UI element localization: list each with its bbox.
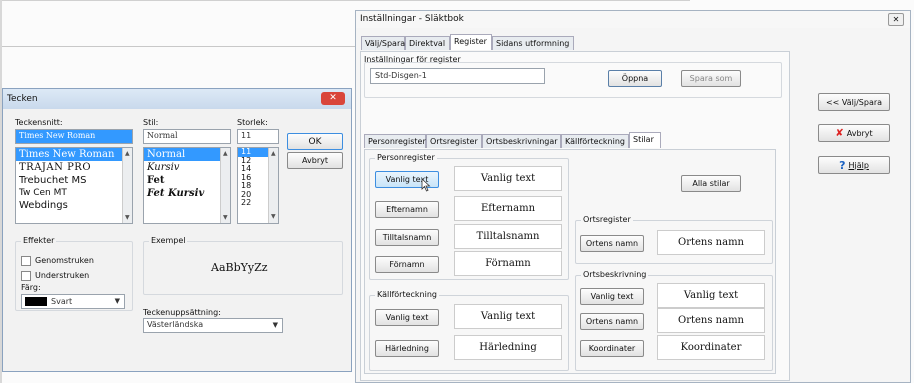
font-item-trajan[interactable]: TRAJAN PRO: [16, 161, 132, 174]
source-harledning-button[interactable]: Härledning: [375, 340, 439, 357]
style-item-normal[interactable]: Normal: [144, 148, 220, 161]
color-value: Svart: [51, 297, 73, 306]
size-input[interactable]: 11: [237, 129, 279, 144]
background-divider: [0, 46, 355, 47]
font-cancel-button[interactable]: Avbryt: [287, 152, 343, 169]
style-item-fet[interactable]: Fet: [144, 174, 230, 187]
style-list-scrollbar[interactable]: ▲ ▼: [220, 148, 230, 223]
source-vanlig-text-button[interactable]: Vanlig text: [375, 309, 439, 326]
back-valj-spara-button[interactable]: << Välj/Spara: [818, 93, 890, 111]
person-efternamn-button[interactable]: Efternamn: [375, 201, 439, 218]
sample-label: Exempel: [149, 236, 188, 245]
cursor-icon: [421, 178, 431, 192]
tab-direktval[interactable]: Direktval: [405, 36, 450, 50]
style-input[interactable]: Normal: [143, 129, 231, 144]
color-select[interactable]: Svart ▼: [21, 294, 125, 309]
placedesc-vanlig-text-button[interactable]: Vanlig text: [580, 288, 644, 305]
person-tilltalsnamn-button[interactable]: Tilltalsnamn: [375, 229, 439, 246]
charset-value: Västerländska: [147, 320, 204, 329]
person-fornamn-sample: Förnamn: [454, 251, 562, 276]
font-item-twcen[interactable]: Tw Cen MT: [16, 187, 132, 199]
cancel-label: Avbryt: [846, 128, 873, 138]
font-dialog-close-button[interactable]: ✕: [321, 92, 345, 105]
register-group-border: [364, 62, 782, 98]
placedesc-koordinater-button[interactable]: Koordinater: [580, 340, 644, 357]
chevron-down-icon: ▼: [114, 297, 120, 305]
underline-label: Understruken: [35, 271, 90, 280]
place-ortens-namn-sample: Ortens namn: [657, 230, 765, 255]
cancel-x-icon: ✘: [835, 127, 844, 139]
tab-sidans-utformning[interactable]: Sidans utformning: [492, 36, 574, 50]
top-tabs: Välj/Spara Direktval Register Sidans utf…: [361, 34, 761, 52]
help-button[interactable]: ? Hjälp: [818, 156, 890, 174]
source-group-title: Källförteckning: [375, 290, 439, 299]
placedesc-group-title: Ortsbeskrivning: [581, 270, 649, 279]
font-item-times[interactable]: Times New Roman: [16, 148, 122, 161]
place-ortens-namn-button[interactable]: Ortens namn: [580, 235, 644, 252]
sample-text: AaBbYyZz: [211, 261, 268, 274]
strike-checkbox[interactable]: [21, 256, 31, 266]
settings-title-bar: Inställningar - Släktbok ✕: [356, 11, 910, 28]
font-list-scrollbar[interactable]: ▲ ▼: [122, 148, 132, 223]
underline-checkbox[interactable]: [21, 271, 31, 281]
background-top-line: [0, 0, 690, 1]
charset-label: Teckenuppsättning:: [143, 308, 221, 317]
effects-label: Effekter: [21, 236, 57, 245]
source-vanlig-text-sample: Vanlig text: [454, 304, 562, 329]
style-list[interactable]: Normal Kursiv Fet Fet Kursiv ▲ ▼: [143, 147, 231, 224]
font-item-webdings[interactable]: Webdings: [16, 199, 132, 212]
styles-panel: Personregister Vanlig text Vanlig text E…: [364, 149, 776, 374]
tab-ortsregister[interactable]: Ortsregister: [426, 134, 482, 148]
tab-register[interactable]: Register: [450, 34, 492, 50]
style-item-kursiv[interactable]: Kursiv: [144, 161, 230, 174]
person-group-title: Personregister: [375, 153, 437, 162]
person-tilltalsnamn-sample: Tilltalsnamn: [454, 224, 562, 249]
font-item-trebuchet[interactable]: Trebuchet MS: [16, 174, 132, 187]
source-harledning-sample: Härledning: [454, 335, 562, 360]
size-list[interactable]: 11 12 14 16 18 20 22 ▲ ▼: [237, 147, 279, 224]
help-question-icon: ?: [839, 158, 846, 172]
person-fornamn-button[interactable]: Förnamn: [375, 256, 439, 273]
strike-label: Genomstruken: [35, 256, 94, 265]
person-vanlig-text-sample: Vanlig text: [454, 166, 562, 191]
placedesc-ortens-namn-button[interactable]: Ortens namn: [580, 313, 644, 330]
tab-personregister[interactable]: Personregister: [364, 134, 426, 148]
settings-window: Inställningar - Släktbok ✕ Välj/Spara Di…: [355, 10, 911, 383]
all-styles-button[interactable]: Alla stilar: [681, 175, 741, 192]
style-label: Stil:: [143, 118, 159, 127]
font-label: Teckensnitt:: [15, 118, 63, 127]
charset-chevron-down-icon: ▼: [272, 321, 278, 329]
tab-stilar[interactable]: Stilar: [629, 132, 661, 148]
color-swatch: [25, 297, 47, 306]
charset-select[interactable]: Västerländska ▼: [143, 318, 283, 333]
sub-tabs: Personregister Ortsregister Ortsbeskrivn…: [364, 132, 784, 150]
placedesc-ortens-namn-sample: Ortens namn: [657, 308, 765, 333]
ok-button[interactable]: OK: [287, 133, 343, 150]
size-label: Storlek:: [237, 118, 268, 127]
font-list[interactable]: Times New Roman TRAJAN PRO Trebuchet MS …: [15, 147, 133, 224]
tab-kallforteckning[interactable]: Källförteckning: [561, 134, 629, 148]
cancel-button[interactable]: ✘ Avbryt: [818, 124, 890, 142]
font-input[interactable]: Times New Roman: [15, 129, 133, 144]
register-panel: Inställningar för register Std-Disgen-1 …: [360, 51, 790, 381]
help-label: Hjälp: [848, 160, 869, 170]
place-group-title: Ortsregister: [581, 215, 633, 224]
color-label: Färg:: [21, 283, 41, 292]
placedesc-koordinater-sample: Koordinater: [657, 335, 765, 360]
font-dialog: Tecken ✕ Teckensnitt: Times New Roman Ti…: [2, 88, 352, 372]
style-item-fet-kursiv[interactable]: Fet Kursiv: [144, 187, 230, 200]
font-dialog-title-bar: Tecken ✕: [3, 89, 351, 109]
settings-title: Inställningar - Släktbok: [360, 14, 464, 24]
tab-ortsbeskrivningar[interactable]: Ortsbeskrivningar: [482, 134, 561, 148]
size-list-scrollbar[interactable]: ▲ ▼: [268, 148, 278, 223]
person-efternamn-sample: Efternamn: [454, 196, 562, 221]
placedesc-vanlig-text-sample: Vanlig text: [657, 283, 765, 308]
font-dialog-title: Tecken: [7, 94, 38, 104]
settings-close-button[interactable]: ✕: [888, 13, 904, 26]
tab-valj-spara[interactable]: Välj/Spara: [361, 36, 405, 50]
